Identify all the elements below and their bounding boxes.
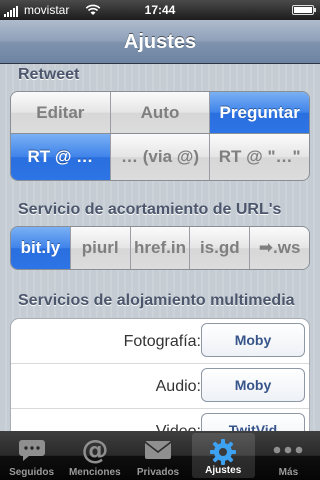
retweet-mode-segmented-control: Editar Auto Preguntar <box>10 91 310 134</box>
at-sign-icon: @ <box>80 435 110 465</box>
tab-menciones[interactable]: @ Menciones <box>63 431 126 480</box>
photo-hosting-button[interactable]: Moby <box>201 323 305 357</box>
retweet-mode-auto[interactable]: Auto <box>109 92 210 133</box>
video-hosting-row: Video: TwitVid <box>11 409 309 431</box>
shortener-bitly[interactable]: bit.ly <box>11 227 70 269</box>
retweet-format-rt[interactable]: RT @ … <box>11 134 110 180</box>
clock: 17:44 <box>144 3 176 17</box>
photo-hosting-row: Fotografía: Moby <box>11 319 309 364</box>
url-shortener-segmented-control: bit.ly piurl href.in is.gd ➡.ws <box>10 226 310 270</box>
gear-icon <box>209 437 237 467</box>
tab-seguidos[interactable]: Seguidos <box>0 431 63 480</box>
settings-content[interactable]: Retweet Editar Auto Preguntar RT @ … … (… <box>0 64 320 431</box>
hosting-section-header: Servicios de alojamiento multimedia <box>18 292 295 309</box>
retweet-format-via[interactable]: … (via @) <box>109 134 210 180</box>
retweet-mode-preguntar[interactable]: Preguntar <box>209 92 309 133</box>
envelope-icon <box>144 435 172 465</box>
page-title: Ajustes <box>123 31 197 53</box>
video-hosting-button[interactable]: TwitVid <box>201 413 305 431</box>
tab-privados[interactable]: Privados <box>126 431 189 480</box>
shortener-isgd[interactable]: is.gd <box>189 227 250 269</box>
audio-hosting-label: Audio: <box>155 378 201 395</box>
retweet-mode-editar[interactable]: Editar <box>11 92 110 133</box>
status-bar: movistar 17:44 <box>0 0 320 20</box>
tab-mas[interactable]: Más <box>257 431 320 480</box>
navigation-bar: Ajustes <box>0 20 320 64</box>
audio-hosting-row: Audio: Moby <box>11 364 309 409</box>
tab-bar: Seguidos @ Menciones Privados Ajustes Má… <box>0 431 320 480</box>
video-hosting-label: Video: <box>156 423 201 431</box>
shortener-ws[interactable]: ➡.ws <box>249 227 309 269</box>
battery-icon <box>292 5 316 15</box>
shortener-hrefin[interactable]: href.in <box>129 227 190 269</box>
speech-bubble-icon <box>18 435 46 465</box>
tab-ajustes[interactable]: Ajustes <box>191 433 255 478</box>
more-dots-icon <box>273 435 303 465</box>
retweet-section-header: Retweet <box>18 66 80 83</box>
photo-hosting-label: Fotografía: <box>123 333 201 350</box>
shortener-section-header: Servicio de acortamiento de URL's <box>18 201 282 218</box>
retweet-format-rt-quoted[interactable]: RT @ "…" <box>209 134 309 180</box>
media-hosting-group: Fotografía: Moby Audio: Moby Video: Twit… <box>10 318 310 431</box>
audio-hosting-button[interactable]: Moby <box>201 368 305 402</box>
retweet-format-segmented-control: RT @ … … (via @) RT @ "…" <box>10 134 310 181</box>
svg-text:@: @ <box>81 435 108 465</box>
shortener-piurl[interactable]: piurl <box>69 227 130 269</box>
